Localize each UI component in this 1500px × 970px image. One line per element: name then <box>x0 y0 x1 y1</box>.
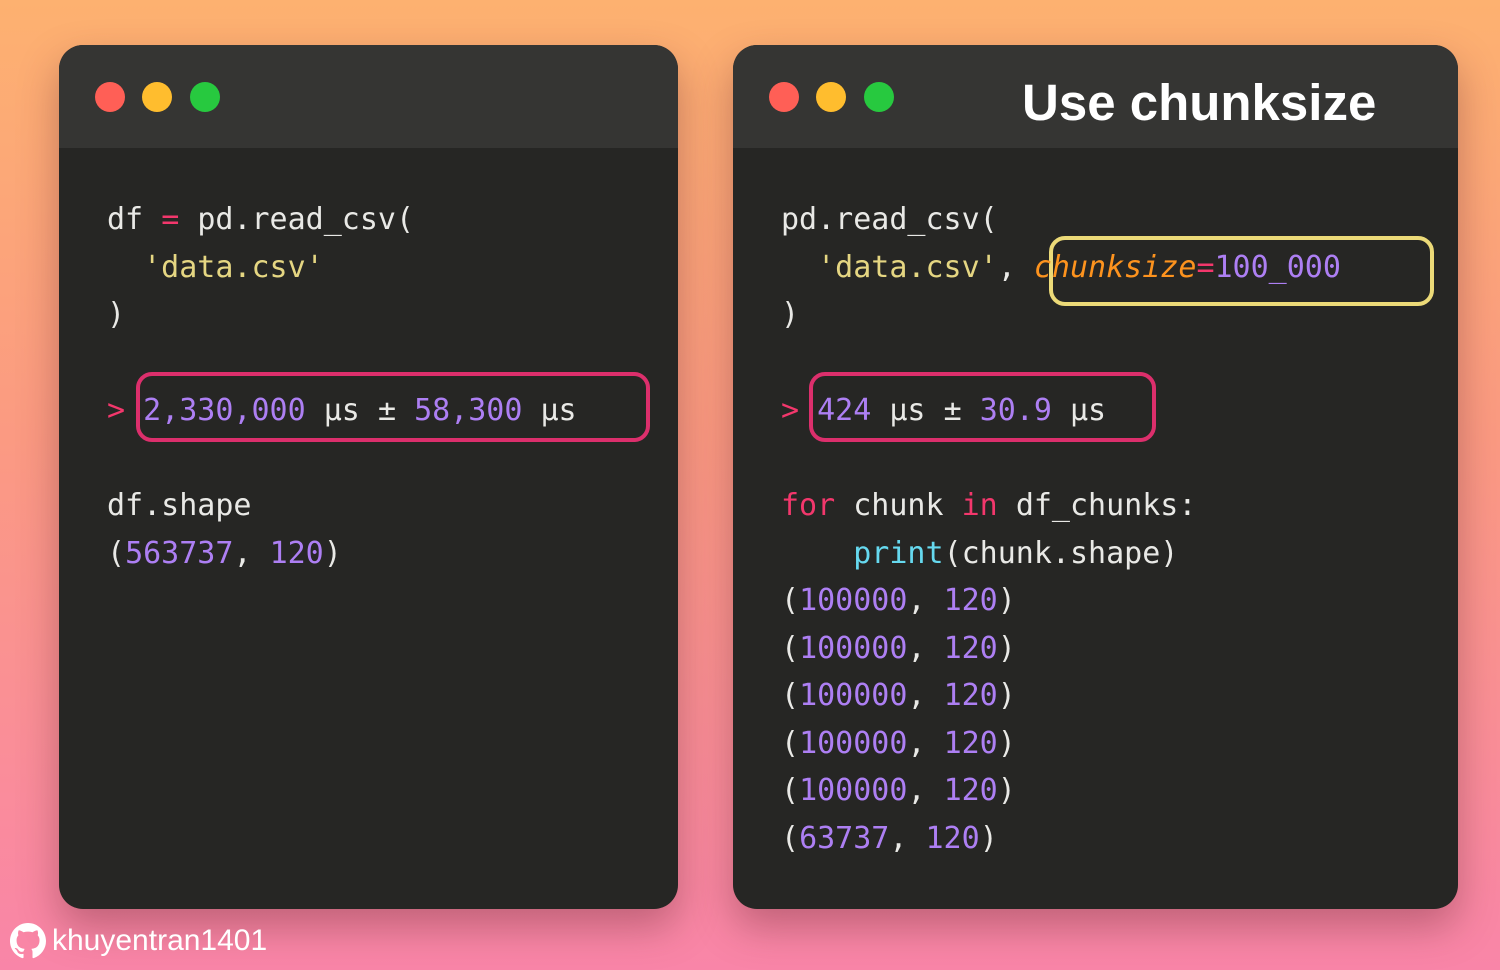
code-string: 'data.csv' <box>817 250 998 285</box>
column-count: 120 <box>925 821 980 856</box>
code-line-close: ) <box>781 295 799 335</box>
code-paren: ) <box>781 297 800 332</box>
code-line-read: pd.read_csv( <box>781 200 998 240</box>
code-call: pd.read_csv( <box>197 202 415 237</box>
row-count: 100000 <box>799 726 908 761</box>
code-line-read: df = pd.read_csv( <box>107 200 414 240</box>
chunk-shape: (100000, 120) <box>781 678 1016 713</box>
timing-unit: µs <box>1070 393 1107 428</box>
close-dot[interactable] <box>95 82 125 112</box>
code-paren: ) <box>107 297 126 332</box>
timing-line: > 424 µs ± 30.9 µs <box>781 391 1106 431</box>
chunk-shape: (100000, 120) <box>781 583 1016 618</box>
prompt-marker: > <box>781 393 800 428</box>
plus-minus: ± <box>943 393 962 428</box>
author-signature[interactable]: khuyentran1401 <box>10 920 267 962</box>
timing-deviation: 30.9 <box>979 393 1052 428</box>
minimize-dot[interactable] <box>816 82 846 112</box>
row-count: 100000 <box>799 773 908 808</box>
chunk-shape: (100000, 120) <box>781 631 1016 666</box>
code-operator: = <box>1196 250 1215 285</box>
row-count: 563737 <box>125 536 234 571</box>
print-function: print <box>853 536 944 571</box>
minimize-dot[interactable] <box>142 82 172 112</box>
timing-unit: µs <box>323 393 360 428</box>
plus-minus: ± <box>377 393 396 428</box>
timing-mean: 2,330,000 <box>143 393 306 428</box>
keyword-for: for <box>781 488 836 523</box>
column-count: 120 <box>943 583 998 618</box>
timing-unit: µs <box>889 393 926 428</box>
keyword-in: in <box>961 488 998 523</box>
timing-mean: 424 <box>817 393 872 428</box>
code-operator: = <box>161 202 180 237</box>
row-count: 100000 <box>799 631 908 666</box>
github-icon <box>10 923 46 959</box>
column-count: 120 <box>943 631 998 666</box>
code-line-filename: 'data.csv' <box>107 248 324 288</box>
chunksize-value: 100_000 <box>1214 250 1341 285</box>
code-line-for: for chunk in df_chunks: <box>781 486 1196 526</box>
row-count: 100000 <box>799 678 908 713</box>
shape-result: (563737, 120) <box>107 536 342 571</box>
timing-line: > 2,330,000 µs ± 58,300 µs <box>107 391 577 431</box>
close-dot[interactable] <box>769 82 799 112</box>
window-title: Use chunksize <box>1022 74 1377 131</box>
code-expression: df.shape <box>107 488 252 523</box>
column-count: 120 <box>943 726 998 761</box>
chunk-shape: (100000, 120) <box>781 773 1016 808</box>
loop-var: chunk <box>853 488 944 523</box>
code-line-close: ) <box>107 295 125 335</box>
column-count: 120 <box>943 678 998 713</box>
code-line-shape: df.shape <box>107 486 252 526</box>
timing-deviation: 58,300 <box>414 393 523 428</box>
code-var: df <box>107 202 144 237</box>
chunk-shape: (63737, 120) <box>781 821 998 856</box>
username: khuyentran1401 <box>52 924 268 957</box>
prompt-marker: > <box>107 393 126 428</box>
print-args: (chunk.shape) <box>943 536 1179 571</box>
code-window-left <box>59 45 678 909</box>
column-count: 120 <box>943 773 998 808</box>
maximize-dot[interactable] <box>190 82 220 112</box>
loop-iterable: df_chunks: <box>1015 488 1197 523</box>
row-count: 63737 <box>799 821 890 856</box>
code-line-print: print(chunk.shape) <box>781 534 1178 574</box>
chunk-shape: (100000, 120) <box>781 726 1016 761</box>
row-count: 100000 <box>799 583 908 618</box>
maximize-dot[interactable] <box>864 82 894 112</box>
column-count: 120 <box>269 536 324 571</box>
chunksize-param: chunksize <box>1033 250 1197 285</box>
timing-unit: µs <box>540 393 577 428</box>
code-call: pd.read_csv( <box>781 202 998 237</box>
code-line-filename: 'data.csv', chunksize=100_000 <box>817 250 1341 285</box>
code-string: 'data.csv' <box>143 250 324 285</box>
